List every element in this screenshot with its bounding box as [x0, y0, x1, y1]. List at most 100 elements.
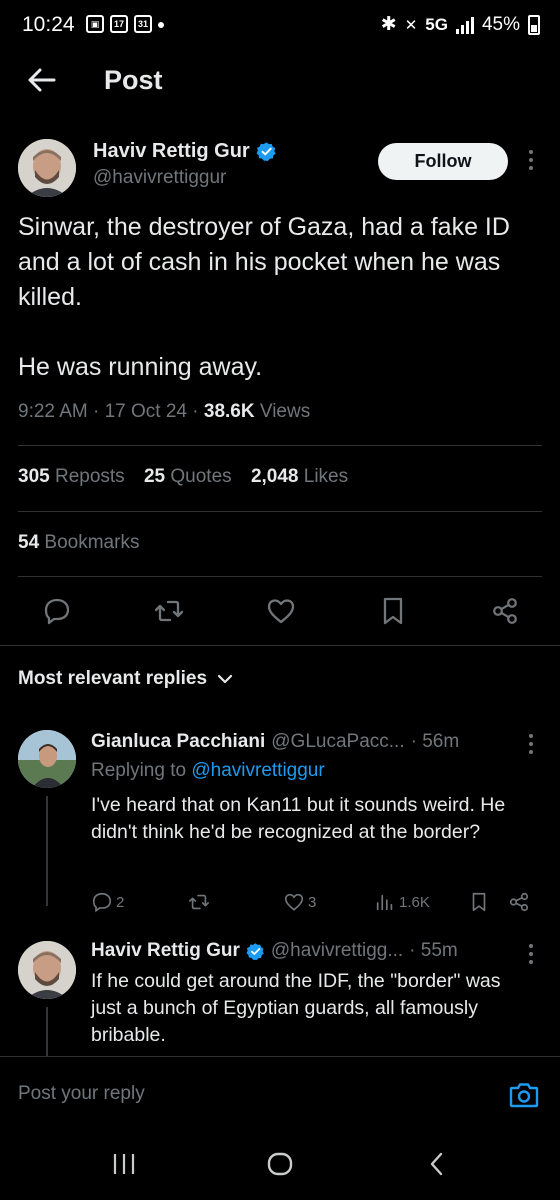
back-arrow-icon[interactable]	[24, 62, 60, 98]
thread-line	[46, 1007, 48, 1056]
quotes-count: 25	[143, 466, 166, 487]
verified-badge-icon	[246, 942, 264, 960]
views-label[interactable]: Views	[260, 401, 310, 422]
reply-header: Haviv Rettig Gur @havivrettigg... · 55m	[91, 940, 458, 962]
reply-time: · 56m	[410, 731, 460, 752]
divider	[0, 645, 560, 646]
reposts-count: 305	[18, 466, 50, 487]
reply-text: If he could get around the IDF, the "bor…	[91, 970, 501, 1046]
reply-share-button[interactable]	[508, 890, 530, 914]
status-bar: 10:24 ▣ 17 31 ✱ ✕ 5G 45%	[0, 0, 560, 52]
divider	[18, 511, 542, 512]
recents-icon[interactable]	[112, 1150, 136, 1178]
more-icon[interactable]	[528, 150, 534, 170]
reply-repost-button[interactable]	[188, 890, 210, 914]
bookmarks-label: Bookmarks	[44, 532, 140, 553]
post-time: 9:22 AM	[18, 401, 88, 422]
reply-author-handle[interactable]: @havivrettigg...	[271, 940, 403, 962]
views-icon	[376, 894, 393, 911]
views-count: 1.6K	[399, 893, 430, 911]
post-paragraph: He was running away.	[18, 353, 263, 381]
replying-to: Replying to @havivrettiggur	[91, 760, 325, 782]
engagement-stats: 305 Reposts 25 Quotes 2,048 Likes	[18, 466, 348, 488]
author-handle[interactable]: @havivrettiggur	[93, 167, 226, 189]
reply-views-button[interactable]: 1.6K	[374, 890, 430, 914]
likes-count: 2,048	[250, 466, 299, 487]
reply-time: · 55m	[409, 940, 458, 961]
divider	[18, 576, 542, 577]
reposts-label: Reposts	[54, 466, 125, 487]
home-icon[interactable]	[266, 1150, 294, 1178]
like-icon[interactable]	[266, 596, 296, 626]
separator-dot: ·	[93, 401, 105, 422]
camera-icon[interactable]	[509, 1081, 539, 1109]
post-paragraph: Sinwar, the destroyer of Gaza, had a fak…	[18, 213, 510, 311]
replies-sort-label: Most relevant replies	[18, 668, 208, 689]
reply-text: I've heard that on Kan11 but it sounds w…	[91, 794, 506, 843]
more-icon[interactable]	[528, 944, 534, 964]
reply-icon	[92, 892, 112, 913]
reply-composer[interactable]: Post your reply	[0, 1056, 560, 1134]
post-meta: 9:22 AM · 17 Oct 24 · 38.6K Views	[18, 401, 310, 423]
post-date: 17 Oct 24	[104, 401, 187, 422]
more-icon[interactable]	[528, 734, 534, 754]
reply-input[interactable]: Post your reply	[18, 1083, 145, 1105]
reply-author-name[interactable]: Haviv Rettig Gur	[91, 940, 240, 962]
replies-sort-dropdown[interactable]: Most relevant replies	[18, 668, 233, 690]
avatar-image	[18, 941, 76, 999]
mute-icon: ✕	[404, 16, 418, 34]
avatar-image	[18, 730, 76, 788]
notification-dot	[158, 22, 164, 28]
like-icon	[284, 893, 304, 911]
separator-dot: ·	[192, 401, 204, 422]
gallery-icon: ▣	[86, 15, 104, 33]
replying-to-label: Replying to	[91, 760, 187, 781]
reposts-stat[interactable]: 305 Reposts	[18, 466, 125, 487]
battery-percent: 45%	[481, 13, 520, 35]
back-icon[interactable]	[426, 1150, 448, 1178]
divider	[18, 445, 542, 446]
signal-icon	[455, 16, 474, 34]
author-name[interactable]: Haviv Rettig Gur	[93, 140, 277, 163]
reply-icon[interactable]	[42, 596, 72, 626]
bookmarks-stat[interactable]: 54 Bookmarks	[18, 532, 139, 554]
reply-author-handle[interactable]: @GLucaPacc...	[271, 731, 404, 753]
author-name-text: Haviv Rettig Gur	[93, 140, 250, 162]
avatar-image	[18, 139, 76, 197]
quotes-stat[interactable]: 25 Quotes	[144, 466, 232, 487]
repost-icon[interactable]	[154, 596, 184, 626]
reply-author-name[interactable]: Gianluca Pacchiani	[91, 731, 265, 753]
likes-label: Likes	[303, 466, 349, 487]
reply-avatar[interactable]	[18, 941, 76, 999]
repost-icon	[189, 894, 209, 910]
verified-badge-icon	[256, 142, 276, 161]
share-icon	[509, 892, 529, 912]
reply-avatar[interactable]	[18, 730, 76, 788]
calendar-icon: 31	[134, 15, 152, 33]
share-icon[interactable]	[490, 596, 520, 626]
views-count: 38.6K	[203, 401, 255, 422]
reply-like-button[interactable]: 3	[283, 890, 316, 914]
like-count: 3	[308, 893, 317, 911]
bookmarks-count: 54	[18, 532, 40, 553]
reply-header: Gianluca Pacchiani @GLucaPacc... · 56m	[91, 731, 459, 753]
status-time: 10:24	[22, 13, 75, 36]
likes-stat[interactable]: 2,048 Likes	[251, 466, 348, 487]
follow-button[interactable]: Follow	[378, 143, 508, 180]
chevron-down-icon	[217, 674, 233, 684]
reply-bookmark-button[interactable]	[468, 890, 490, 914]
reply-reply-button[interactable]: 2	[91, 890, 124, 914]
quotes-label: Quotes	[170, 466, 232, 487]
replying-to-link[interactable]: @havivrettiggur	[191, 760, 324, 781]
avatar[interactable]	[18, 139, 76, 197]
post-text: Sinwar, the destroyer of Gaza, had a fak…	[18, 210, 543, 385]
calendar-icon: 17	[110, 15, 128, 33]
bluetooth-icon: ✱	[380, 14, 397, 35]
bookmark-icon[interactable]	[378, 596, 408, 626]
thread-line	[46, 796, 48, 906]
reply-count: 2	[116, 893, 125, 911]
battery-icon	[528, 14, 540, 35]
bookmark-icon	[472, 892, 486, 912]
page-title: Post	[104, 65, 163, 95]
status-indicators: ✱ ✕ 5G 45%	[381, 13, 540, 36]
